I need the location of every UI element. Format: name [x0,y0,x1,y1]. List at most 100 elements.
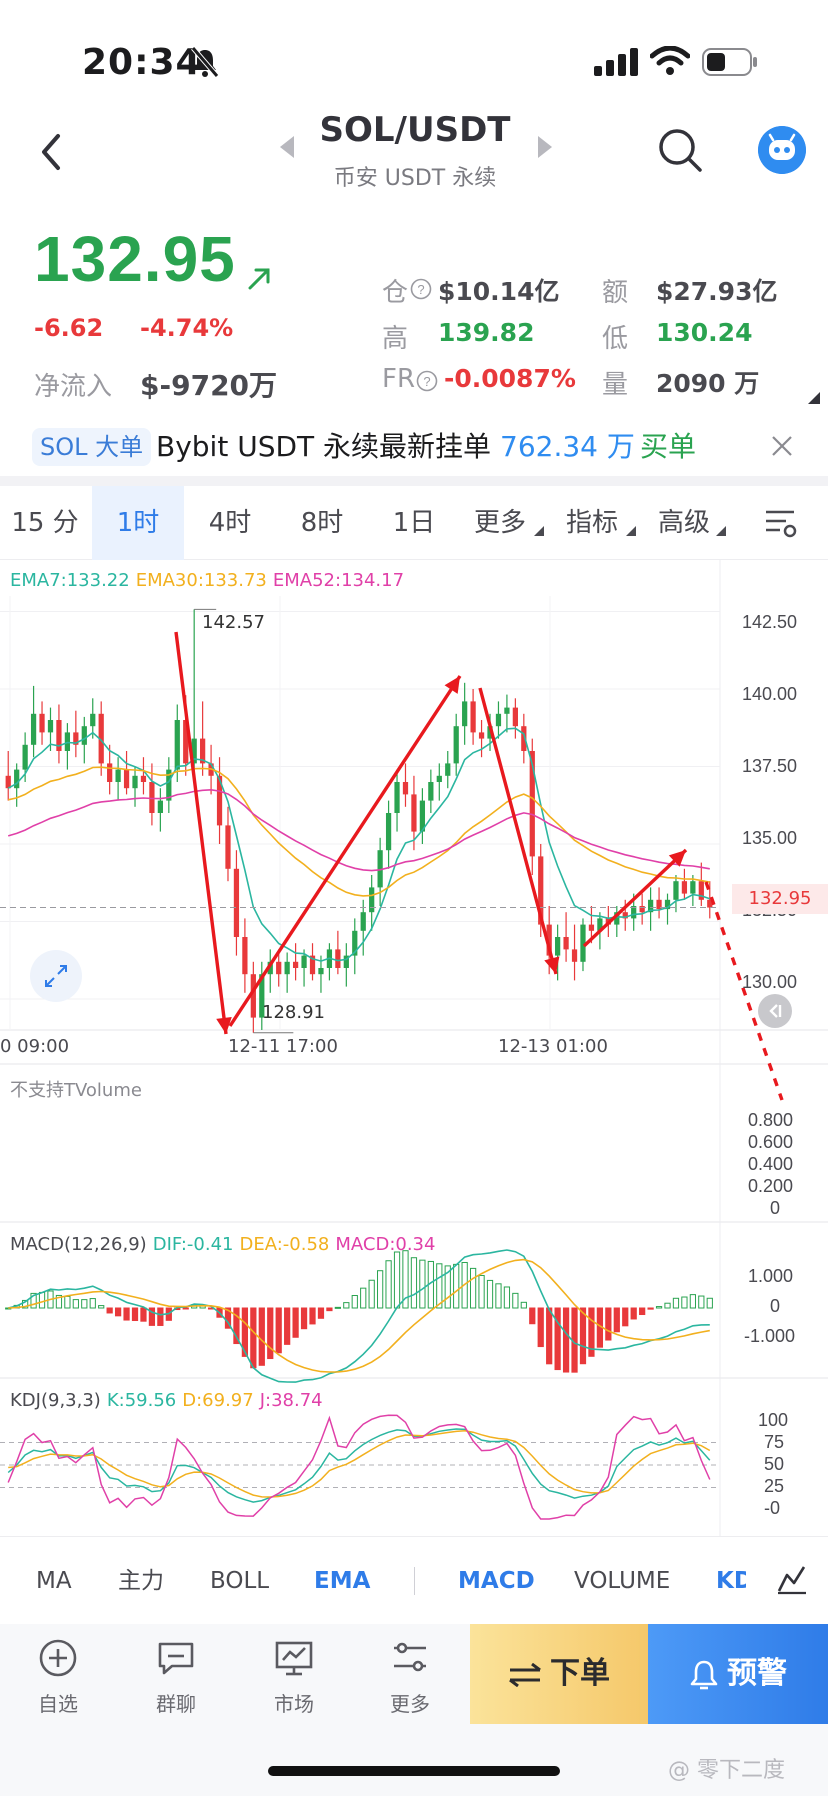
macd-bar [689,1294,696,1309]
high-marker-label: 142.57 [202,612,265,633]
tab-indicators[interactable]: 指标 [556,486,628,560]
candle-body [107,763,113,782]
tab-8h[interactable]: 8时 [282,486,362,560]
low-marker-label: 128.91 [262,1002,325,1023]
tvol-tick: 0.600 [748,1132,794,1152]
price-change-pct: -4.74% [140,314,234,342]
macd-value: MACD:0.34 [335,1234,436,1255]
macd-bar [377,1270,384,1309]
svg-text:?: ? [423,374,430,389]
place-order-label: 下单 [550,1656,610,1691]
scroll-latest-icon [769,1004,782,1018]
candle-body [22,744,28,770]
back-icon[interactable] [36,130,66,174]
scroll-latest-button[interactable] [758,994,792,1028]
macd-bar [546,1307,553,1365]
tab-15m[interactable]: 15 分 [4,486,86,560]
macd-bar [38,1291,46,1309]
nav-header: SOL/USDT 币安 USDT 永续 [0,110,828,220]
oi-help-icon[interactable]: ? [410,278,432,300]
indicator-macd[interactable]: MACD [458,1537,535,1625]
kdj-legend: KDJ(9,3,3) K:59.56 D:69.97 J:38.74 [10,1390,329,1411]
big-order-ticker[interactable]: SOL 大单 Bybit USDT 永续最新挂单 762.34 万 买单 [0,420,828,476]
candle-body [436,775,442,782]
prev-pair-icon[interactable] [280,136,296,158]
indicator-ema[interactable]: EMA [314,1537,370,1625]
indicator-ma[interactable]: MA [36,1537,72,1625]
candle-body [115,769,121,782]
macd-dea: DEA:-0.58 [239,1234,330,1255]
indicator-bar: MA 主力 BOLL EMA MACD VOLUME KD [0,1536,828,1624]
candle-body [639,906,645,913]
macd-bar [579,1307,587,1365]
macd-bar [681,1296,688,1309]
macd-bar [72,1299,79,1309]
ema7-value: EMA7:133.22 [10,570,130,591]
candle-body [504,707,510,714]
place-order-button[interactable]: 下单 [470,1624,648,1724]
macd-bar [520,1301,527,1309]
pair-title[interactable]: SOL/USDT [300,110,530,150]
turnover-value: $27.93亿 [656,277,778,306]
exchange-subtitle: 币安 USDT 永续 [333,166,497,191]
nav-chat[interactable]: 群聊 [126,1638,226,1717]
macd-bar [300,1307,308,1330]
tab-advanced[interactable]: 高级 [648,486,720,560]
macd-bar [309,1307,316,1325]
tab-more[interactable]: 更多 [464,486,536,560]
indicator-kdj[interactable]: KD [716,1537,746,1625]
volume-label: 量 [602,370,629,400]
price-tick: 137.50 [742,756,798,776]
kdj-tick: -0 [764,1498,781,1518]
price-tick: 140.00 [742,684,798,704]
draw-tool-icon[interactable] [776,1563,808,1595]
candle-body [394,782,400,813]
expand-stats-icon[interactable] [808,392,820,404]
nav-more[interactable]: 更多 [360,1638,460,1717]
turnover-label: 额 [602,278,629,308]
nav-market[interactable]: 市场 [244,1638,344,1717]
advanced-caret-icon [716,526,726,536]
last-price: 132.95 [34,223,236,295]
candle-body [30,713,37,745]
macd-legend: MACD(12,26,9) DIF:-0.41 DEA:-0.58 MACD:0.34 [10,1234,441,1255]
macd-bar [537,1307,544,1348]
kdj-tick: 75 [764,1432,785,1452]
tab-4h[interactable]: 4时 [190,486,270,560]
tab-1d[interactable]: 1日 [374,486,454,560]
macd-bar [64,1295,71,1309]
macd-bar [630,1307,637,1320]
candle-body [149,782,155,813]
price-alert-button[interactable]: 预警 [648,1624,828,1724]
next-pair-icon[interactable] [536,136,552,158]
ticker-text: Bybit USDT 永续最新挂单 [156,430,492,463]
indicator-volume[interactable]: VOLUME [574,1537,670,1625]
home-indicator [268,1766,560,1776]
indicator-main-force[interactable]: 主力 [118,1537,164,1625]
macd-bar [562,1307,570,1373]
macd-tick: 1.000 [748,1266,794,1286]
candle-body [673,881,679,900]
expand-chart-button[interactable] [30,950,82,1002]
ema52-value: EMA52:134.17 [272,570,405,591]
nav-watchlist[interactable]: 自选 [8,1638,108,1717]
tvolume-label: 不支持TVolume [10,1080,142,1101]
robot-avatar-icon[interactable] [758,126,806,174]
search-icon[interactable] [656,126,704,174]
chart-settings-icon[interactable] [764,506,798,540]
macd-bar [317,1307,325,1319]
macd-bar [436,1263,443,1309]
high-value: 139.82 [438,318,535,347]
kdj-tick: 25 [764,1476,785,1496]
fr-help-icon[interactable]: ? [416,370,438,392]
candle-body [495,713,502,727]
macd-name: MACD(12,26,9) [10,1234,147,1255]
macd-bar [655,1306,663,1309]
close-icon[interactable] [770,434,794,458]
x-tick: 12-13 01:00 [498,1036,608,1057]
x-tick: 12-11 17:00 [228,1036,338,1057]
wifi-icon [650,46,690,75]
indicator-boll[interactable]: BOLL [210,1537,269,1625]
price-tick: 130.00 [742,972,798,992]
tab-1h[interactable]: 1时 [92,486,184,560]
